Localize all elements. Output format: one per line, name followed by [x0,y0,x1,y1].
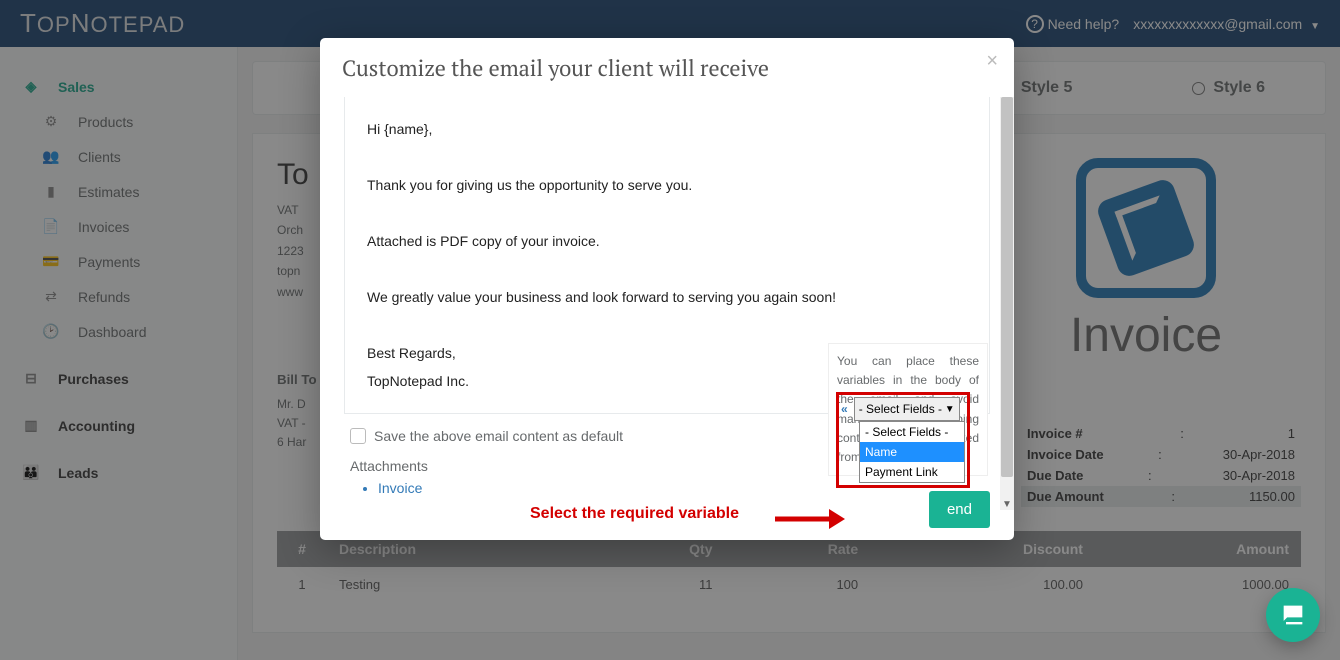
send-button[interactable]: end [929,491,990,528]
email-line: We greatly value your business and look … [367,283,967,311]
dropdown-option-payment-link[interactable]: Payment Link [860,462,964,482]
dropdown-option-placeholder[interactable]: - Select Fields - [860,422,964,442]
email-line: Thank you for giving us the opportunity … [367,171,967,199]
scrollbar[interactable]: ▲ ▼ [1000,97,1014,510]
scroll-thumb[interactable] [1001,97,1013,477]
email-line: Hi {name}, [367,115,967,143]
dropdown-option-name[interactable]: Name [860,442,964,462]
email-line: Attached is PDF copy of your invoice. [367,227,967,255]
dropdown-caret-icon: ▼ [945,404,955,415]
modal-header: Customize the email your client will rec… [320,38,1014,97]
select-fields-dropdown[interactable]: - Select Fields - ▼ [854,397,960,421]
chat-icon [1279,601,1307,629]
modal-title: Customize the email your client will rec… [342,54,992,83]
email-customize-modal: Customize the email your client will rec… [320,38,1014,540]
annotation-arrow-icon [775,505,845,538]
chat-fab[interactable] [1266,588,1320,642]
save-default-label: Save the above email content as default [374,428,623,444]
checkbox-icon[interactable] [350,428,366,444]
scroll-down-icon[interactable]: ▼ [1001,498,1013,510]
close-icon[interactable]: × [986,50,998,73]
annotation-text: Select the required variable [530,505,739,523]
annotation-highlight: « - Select Fields - ▼ - Select Fields - … [836,392,970,488]
collapse-chevron-icon[interactable]: « [841,402,848,416]
select-placeholder: - Select Fields - [859,402,942,416]
select-fields-options: - Select Fields - Name Payment Link [859,421,965,483]
modal-body: Hi {name}, Thank you for giving us the o… [320,97,1014,510]
